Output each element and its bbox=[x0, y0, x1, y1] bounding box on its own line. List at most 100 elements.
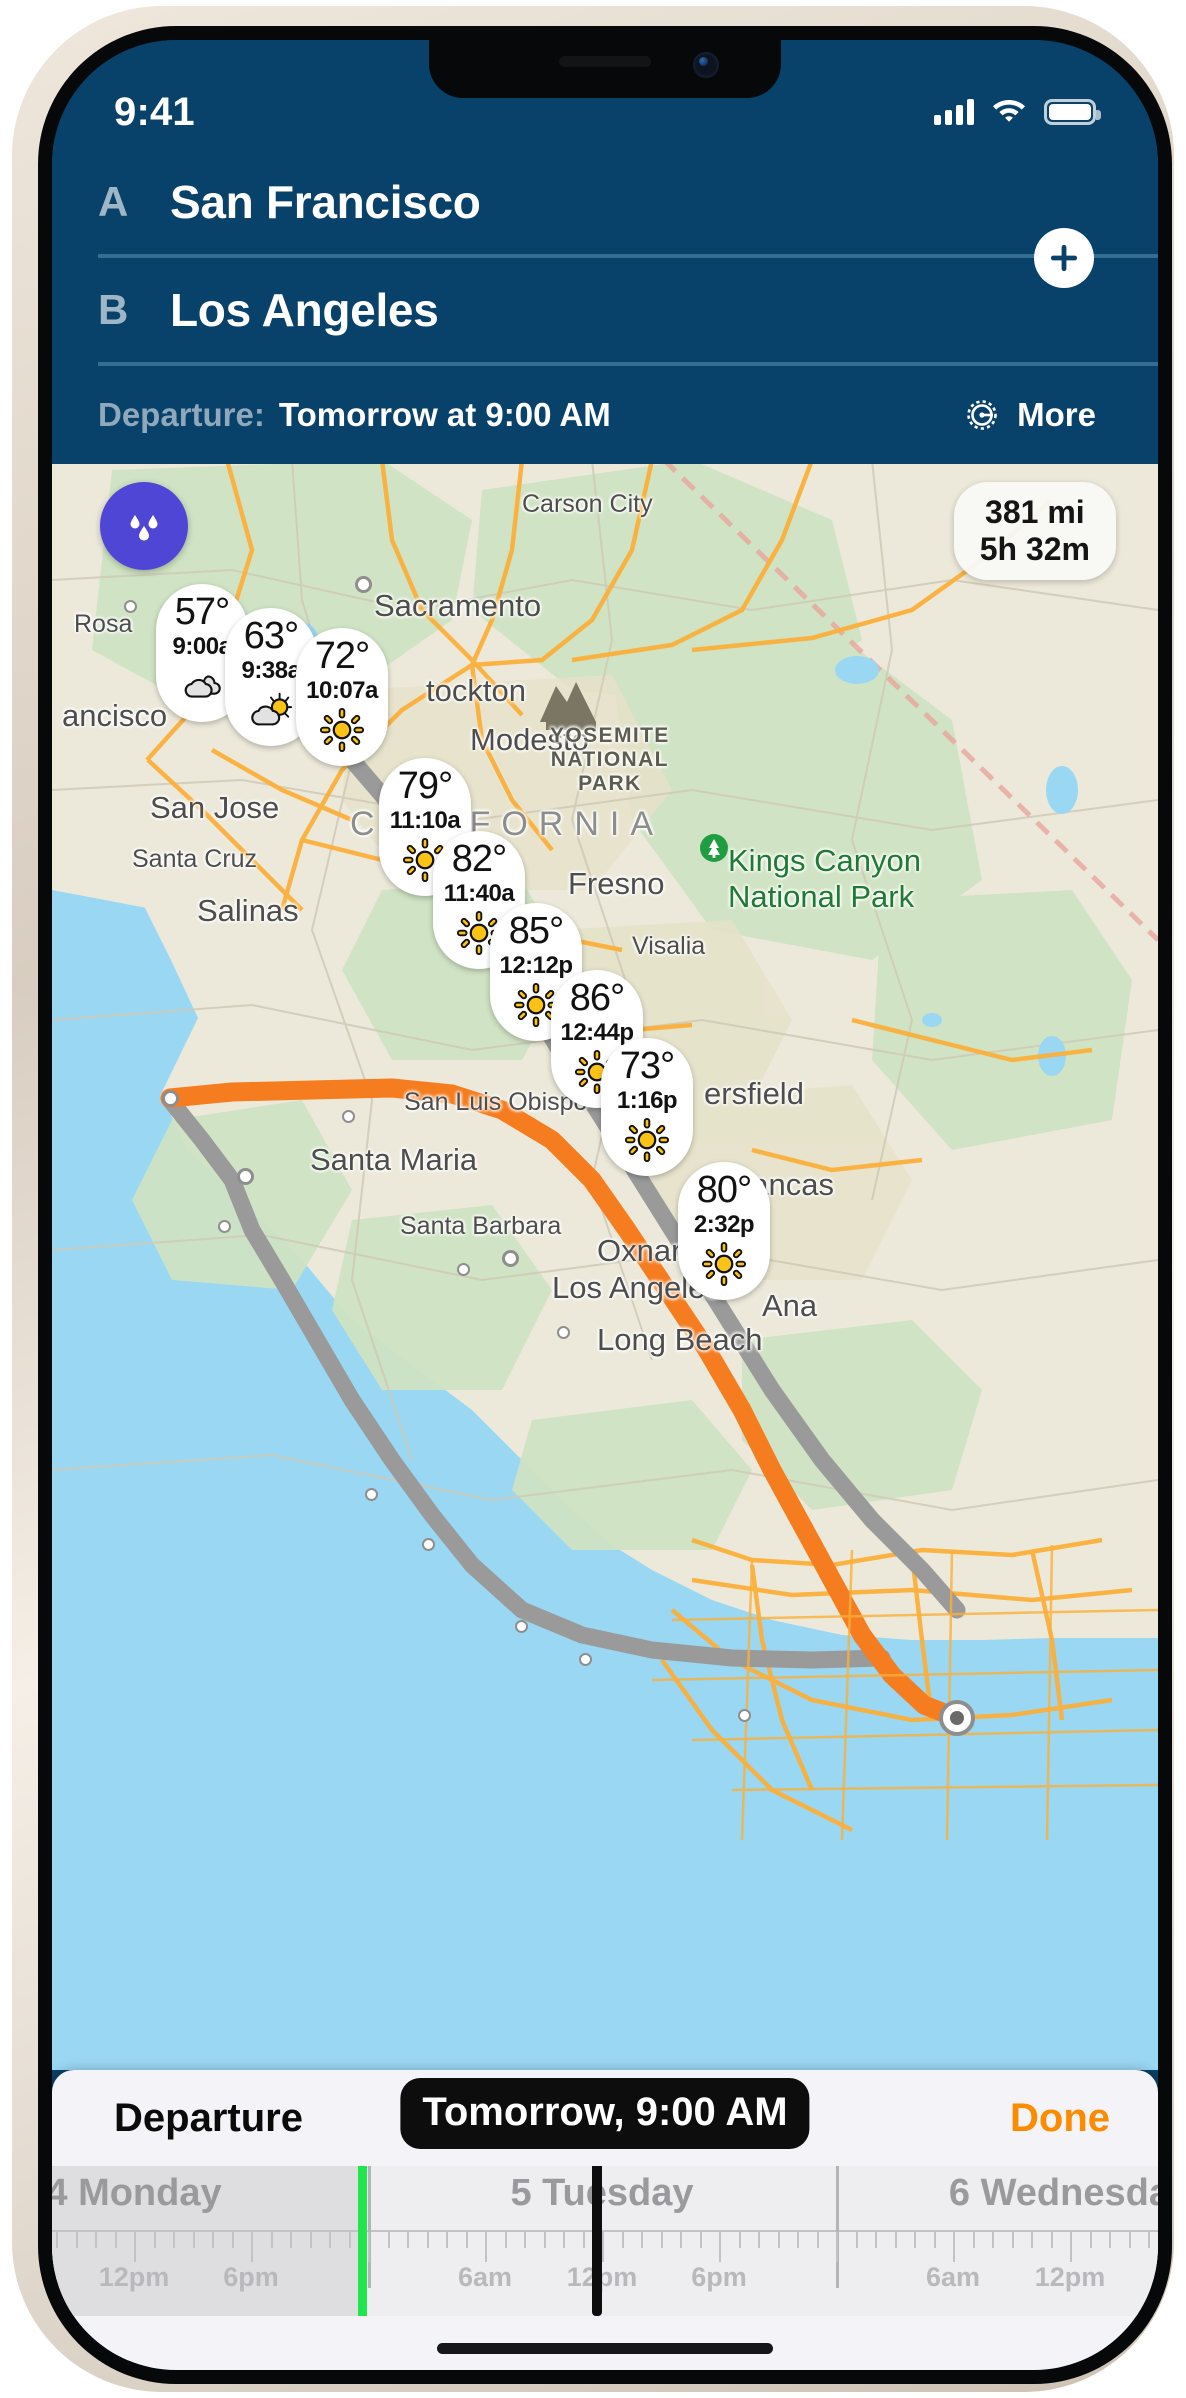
destination-letter: B bbox=[98, 286, 129, 333]
map-label: Santa Barbara bbox=[400, 1212, 562, 1240]
departure-info[interactable]: Departure: Tomorrow at 9:00 AM bbox=[98, 396, 611, 434]
map-label: Carson City bbox=[522, 490, 653, 518]
weather-pin-time: 10:07a bbox=[306, 677, 378, 704]
sunny-icon bbox=[319, 708, 365, 753]
timeline-tick bbox=[192, 2232, 195, 2248]
route-distance: 381 mi bbox=[985, 494, 1085, 530]
weather-pin-temp: 82° bbox=[451, 838, 507, 880]
timeline-tick bbox=[875, 2232, 877, 2248]
weather-pin-time: 11:40a bbox=[443, 880, 515, 907]
weather-pin[interactable]: 80° 2:32p bbox=[678, 1162, 770, 1301]
sheet-title: Departure bbox=[114, 2095, 303, 2140]
wifi-icon bbox=[992, 97, 1026, 128]
timeline-hour-label: 6am bbox=[457, 2262, 513, 2292]
timeline-day[interactable]: 5 Tuesday 6am 12pm 6pm bbox=[368, 2166, 836, 2316]
raindrops-icon bbox=[130, 515, 158, 541]
route-summary-badge[interactable]: 381 mi 5h 32m bbox=[953, 482, 1116, 581]
timeline-hour-label: 12pm bbox=[1034, 2262, 1106, 2292]
timeline-tick bbox=[56, 2232, 58, 2248]
weather-pin-temp: 86° bbox=[569, 977, 625, 1019]
destination-row[interactable]: B Los Angeles bbox=[52, 228, 1158, 362]
map-label: Salinas bbox=[197, 893, 299, 928]
route-header: 9:41 A San Francisco B Los Angeles Depar… bbox=[52, 40, 1158, 464]
timeline-tick bbox=[485, 2232, 487, 2262]
weather-pin[interactable]: 72° 10:07a bbox=[296, 628, 388, 767]
timeline-hour-label: 12pm bbox=[98, 2262, 170, 2292]
route-duration: 5h 32m bbox=[979, 531, 1090, 568]
home-indicator[interactable] bbox=[437, 2343, 773, 2354]
timeline-day-label: 4 Monday bbox=[52, 2172, 222, 2214]
departure-value: Tomorrow at 9:00 AM bbox=[278, 396, 611, 433]
destination-name: Los Angeles bbox=[170, 284, 439, 336]
timeline-tick bbox=[407, 2232, 409, 2248]
timeline-tick bbox=[368, 2232, 370, 2262]
weather-pin-temp: 80° bbox=[696, 1169, 752, 1211]
map-label: Long Beach bbox=[597, 1322, 763, 1357]
timeline-day-separator bbox=[368, 2166, 371, 2288]
timeline-day-label: 5 Tuesday bbox=[510, 2172, 694, 2214]
weather-layer-button[interactable] bbox=[100, 482, 188, 570]
phone-screen: 9:41 A San Francisco B Los Angeles Depar… bbox=[52, 40, 1158, 2370]
timeline-day-label: 6 Wednesday bbox=[948, 2172, 1158, 2214]
weather-pin-time: 12:12p bbox=[499, 952, 573, 979]
timeline-tick bbox=[836, 2232, 838, 2262]
map-label: Santa Cruz bbox=[132, 845, 258, 873]
timeline-tick bbox=[348, 2232, 351, 2248]
timeline-tick bbox=[231, 2232, 234, 2248]
map-label: Rosa bbox=[74, 610, 133, 638]
weather-pin-temp: 72° bbox=[314, 635, 370, 677]
timeline-tick bbox=[173, 2232, 175, 2248]
front-camera-icon bbox=[693, 52, 719, 78]
phone-frame: 9:41 A San Francisco B Los Angeles Depar… bbox=[12, 6, 1174, 2392]
city-dot-santa-barbara bbox=[515, 1620, 528, 1633]
timeline-tick bbox=[1070, 2232, 1072, 2262]
map-label: Ana bbox=[762, 1288, 818, 1323]
timeline-tick bbox=[914, 2232, 916, 2248]
partly-cloudy-icon bbox=[251, 693, 293, 726]
more-label: More bbox=[1017, 396, 1096, 433]
timeline-day[interactable]: 4 Monday6am12pm6pm bbox=[52, 2166, 368, 2316]
map-view[interactable]: Carson City Sacramento Rosa ancisco tockton M… bbox=[52, 460, 1158, 2070]
add-stop-button[interactable] bbox=[1034, 228, 1094, 288]
city-dot-san-francisco bbox=[162, 1090, 179, 1107]
map-label: Santa Maria bbox=[310, 1142, 478, 1177]
cloudy-icon bbox=[184, 675, 221, 698]
timeline-tick bbox=[329, 2232, 331, 2248]
city-dot-san-jose bbox=[237, 1168, 254, 1185]
earpiece-speaker bbox=[559, 56, 651, 67]
timeline-tick bbox=[582, 2232, 585, 2248]
timeline-tick bbox=[134, 2232, 136, 2262]
done-button[interactable]: Done bbox=[1010, 2096, 1110, 2141]
weather-pin[interactable]: 73° 1:16p bbox=[601, 1038, 693, 1177]
timeline-tick bbox=[816, 2232, 819, 2248]
more-button[interactable]: More bbox=[961, 394, 1096, 436]
timeline-tick bbox=[309, 2232, 312, 2248]
timeline-hour-label: 6am bbox=[925, 2262, 981, 2292]
timeline-scrubber[interactable]: 4 Monday 6am 12pm 6pm 5 Tuesday 6am 12pm 6pm 6 W… bbox=[52, 2166, 1158, 2316]
timeline-tick bbox=[95, 2232, 97, 2248]
timeline-tick bbox=[212, 2232, 214, 2248]
city-dot-santa-maria bbox=[422, 1538, 435, 1551]
weather-pin-temp: 85° bbox=[508, 910, 564, 952]
timeline-tick bbox=[602, 2232, 604, 2262]
timeline-tick bbox=[758, 2232, 760, 2248]
map-label: Visalia bbox=[632, 932, 706, 960]
kings-canyon-icon bbox=[700, 834, 728, 862]
timeline-day[interactable]: 6 Wednesday6am12pm6pm bbox=[836, 2166, 1158, 2316]
map-label: ersfield bbox=[704, 1076, 804, 1111]
departure-picker-sheet: Departure Tomorrow, 9:00 AM Done 4 Monda… bbox=[52, 2070, 1158, 2370]
map-label: Kings Canyon National Park bbox=[728, 843, 922, 914]
status-indicators bbox=[934, 97, 1101, 128]
timeline-day-separator bbox=[836, 2166, 839, 2288]
map-label: San Jose bbox=[150, 790, 280, 825]
timeline-tick bbox=[426, 2232, 429, 2248]
timeline-tick bbox=[953, 2232, 955, 2262]
timeline-tick bbox=[933, 2232, 936, 2248]
city-dot-santa-cruz bbox=[218, 1220, 231, 1233]
status-time: 9:41 bbox=[114, 89, 195, 134]
timeline-hour-label: 6pm bbox=[223, 2262, 279, 2292]
timeline-tick bbox=[797, 2232, 799, 2248]
weather-pin-icon bbox=[601, 1117, 693, 1163]
origin-row[interactable]: A San Francisco bbox=[52, 150, 1158, 254]
notch bbox=[429, 40, 781, 98]
